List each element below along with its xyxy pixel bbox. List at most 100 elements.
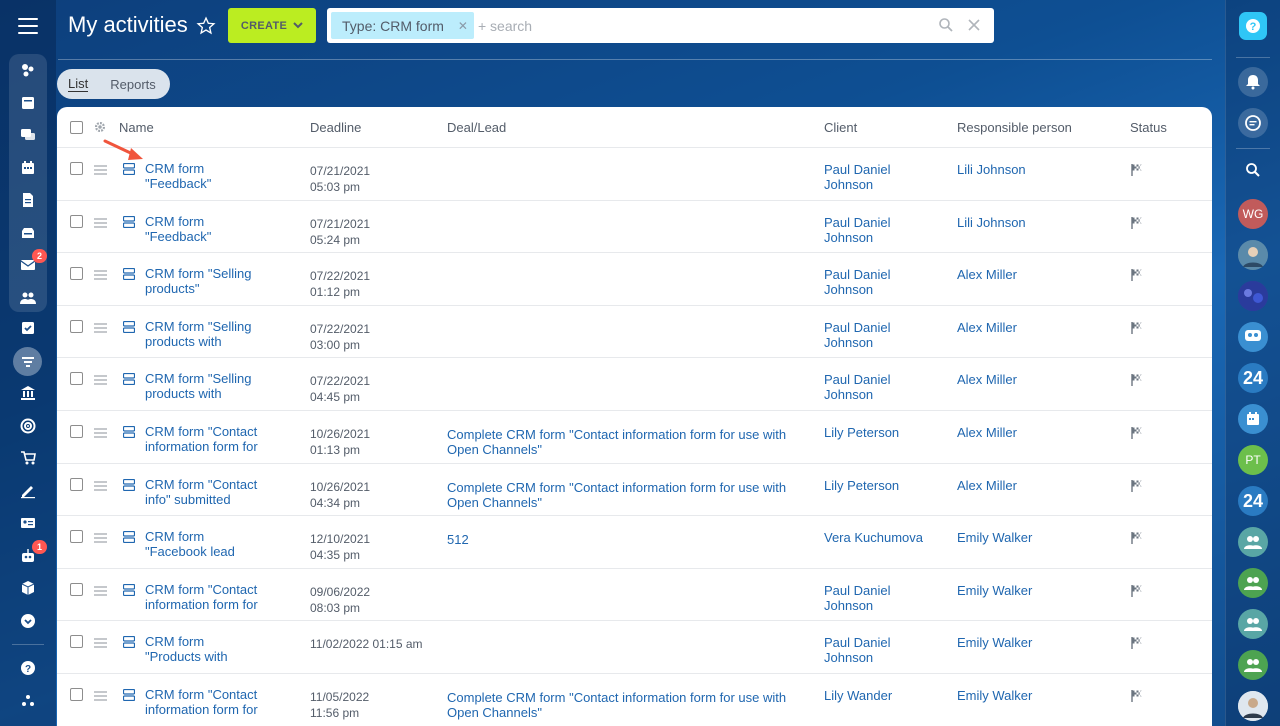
flag-icon[interactable] [1130, 689, 1144, 703]
drag-handle-icon[interactable] [94, 533, 107, 545]
drag-handle-icon[interactable] [94, 690, 107, 703]
select-all-checkbox[interactable] [70, 121, 83, 134]
sidebar-item-robots[interactable]: 1 [0, 539, 56, 573]
avatar-user-2[interactable] [1238, 281, 1268, 311]
deal-link[interactable]: Complete CRM form "Contact information f… [447, 480, 786, 510]
avatar-pt[interactable]: PT [1238, 445, 1268, 475]
flag-icon[interactable] [1130, 584, 1144, 598]
drag-handle-icon[interactable] [94, 322, 107, 335]
client-link[interactable]: Lily Peterson [824, 478, 899, 493]
row-checkbox[interactable] [70, 162, 83, 175]
drag-handle-icon[interactable] [94, 427, 107, 440]
table-row[interactable]: CRM form "Selling products" 07/22/2021 01:1… [57, 253, 1212, 306]
calendar-chat[interactable] [1238, 404, 1268, 434]
responsible-link[interactable]: Emily Walker [957, 635, 1032, 650]
flag-icon[interactable] [1130, 163, 1144, 177]
sidebar-item-settings[interactable] [0, 717, 56, 726]
table-row[interactable]: CRM form "Selling products with 07/22/2021… [57, 358, 1212, 411]
clear-icon[interactable] [966, 17, 982, 33]
responsible-link[interactable]: Emily Walker [957, 688, 1032, 703]
client-link[interactable]: Paul Daniel Johnson [824, 215, 891, 245]
search-bar[interactable]: Type: CRM form ✕ [327, 8, 994, 43]
row-checkbox[interactable] [70, 635, 83, 649]
deal-link[interactable]: Complete CRM form "Contact information f… [447, 690, 786, 720]
activity-name-link[interactable]: CRM form "Products with [145, 634, 228, 664]
row-checkbox[interactable] [70, 582, 83, 596]
star-icon[interactable] [196, 16, 216, 36]
drag-handle-icon[interactable] [94, 375, 107, 387]
responsible-link[interactable]: Alex Miller [957, 478, 1017, 493]
group-3[interactable] [1238, 609, 1268, 639]
b24-chat-2[interactable]: 24 [1238, 486, 1268, 516]
sidebar-item-apps[interactable] [0, 572, 56, 605]
activity-name-link[interactable]: CRM form "Contact information form for [145, 687, 258, 717]
drag-handle-icon[interactable] [94, 217, 107, 230]
client-link[interactable]: Lily Peterson [824, 425, 899, 440]
row-checkbox[interactable] [70, 530, 83, 544]
sidebar-item-tasks[interactable] [0, 87, 56, 120]
drag-handle-icon[interactable] [94, 165, 107, 177]
responsible-link[interactable]: Alex Miller [957, 267, 1017, 282]
responsible-link[interactable]: Alex Miller [957, 425, 1017, 440]
sidebar-item-crm[interactable] [0, 345, 56, 378]
table-row[interactable]: CRM form "Selling products with 07/22/2021… [57, 306, 1212, 359]
row-checkbox[interactable] [70, 477, 83, 491]
col-responsible[interactable]: Responsible person [957, 120, 1072, 135]
search-input[interactable] [477, 17, 938, 34]
table-row[interactable]: CRM form "Contact information form for 10/… [57, 411, 1212, 464]
sidebar-item-feed[interactable] [0, 54, 56, 87]
tag-close-icon[interactable]: ✕ [458, 19, 468, 33]
flag-icon[interactable] [1130, 479, 1144, 493]
sidebar-item-shop[interactable] [0, 442, 56, 475]
row-checkbox[interactable] [70, 372, 83, 386]
row-checkbox[interactable] [70, 319, 83, 333]
responsible-link[interactable]: Emily Walker [957, 530, 1032, 545]
table-row[interactable]: CRM form "Contact information form for 11/… [57, 674, 1212, 726]
row-checkbox[interactable] [70, 214, 83, 228]
table-row[interactable]: CRM form "Contact info" submitted 10/26/20… [57, 464, 1212, 517]
activity-name-link[interactable]: CRM form "Selling products with [145, 319, 251, 349]
row-checkbox[interactable] [70, 687, 83, 701]
activity-name-link[interactable]: CRM form "Feedback" [145, 161, 211, 191]
drag-handle-icon[interactable] [94, 270, 107, 282]
tab-list[interactable]: List [68, 76, 89, 92]
filter-tag[interactable]: Type: CRM form ✕ [331, 12, 474, 39]
responsible-link[interactable]: Alex Miller [957, 320, 1017, 335]
avatar-user-3[interactable] [1238, 691, 1268, 721]
create-button[interactable]: CREATE [228, 8, 316, 43]
table-row[interactable]: CRM form "Products with 11/02/2022 01:15 a… [57, 621, 1212, 674]
client-link[interactable]: Lily Wander [824, 688, 892, 703]
b24-chat-1[interactable]: 24 [1238, 363, 1268, 393]
flag-icon[interactable] [1130, 321, 1144, 335]
sidebar-item-tasklist[interactable] [0, 312, 56, 345]
messenger-button[interactable] [1238, 108, 1268, 138]
client-link[interactable]: Paul Daniel Johnson [824, 320, 891, 350]
drag-handle-icon[interactable] [94, 585, 107, 598]
group-2[interactable] [1238, 568, 1268, 598]
sidebar-item-marketing[interactable] [0, 410, 56, 443]
col-deal[interactable]: Deal/Lead [447, 120, 506, 135]
sidebar-item-more[interactable] [0, 605, 56, 638]
responsible-link[interactable]: Lili Johnson [957, 215, 1026, 230]
drag-handle-icon[interactable] [94, 638, 107, 650]
flag-icon[interactable] [1130, 531, 1144, 545]
activity-name-link[interactable]: CRM form "Feedback" [145, 214, 211, 244]
client-link[interactable]: Paul Daniel Johnson [824, 267, 891, 297]
help-button[interactable]: ? [1239, 12, 1267, 40]
group-chat-1[interactable] [1238, 322, 1268, 352]
right-search-button[interactable] [1238, 155, 1268, 185]
flag-icon[interactable] [1130, 216, 1144, 230]
sidebar-item-mail[interactable]: 2 [0, 249, 56, 282]
group-1[interactable] [1238, 527, 1268, 557]
activity-name-link[interactable]: CRM form "Facebook lead [145, 529, 235, 559]
table-row[interactable]: CRM form "Contact information form for 09/… [57, 569, 1212, 622]
deal-link[interactable]: Complete CRM form "Contact information f… [447, 427, 786, 457]
client-link[interactable]: Vera Kuchumova [824, 530, 923, 545]
client-link[interactable]: Paul Daniel Johnson [824, 635, 891, 665]
avatar-wg[interactable]: WG [1238, 199, 1268, 229]
sidebar-item-chats[interactable] [0, 119, 56, 152]
sidebar-item-calendar[interactable] [0, 152, 56, 185]
client-link[interactable]: Paul Daniel Johnson [824, 583, 891, 613]
col-deadline[interactable]: Deadline [310, 120, 361, 135]
activity-name-link[interactable]: CRM form "Contact information form for [145, 424, 258, 454]
